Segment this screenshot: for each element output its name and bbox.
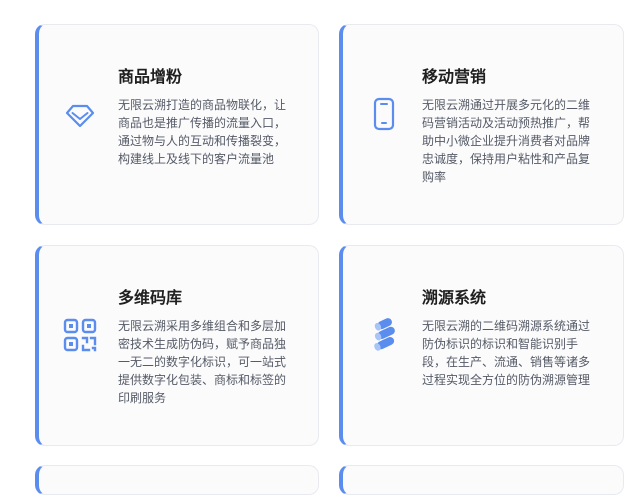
card-description: 无限云溯打造的商品物联化，让商品也是推广传播的流量入口，通过物与人的互动和传播裂… xyxy=(118,98,287,166)
feature-card-partial xyxy=(339,465,624,495)
card-title: 多维码库 xyxy=(118,288,183,307)
feature-card-mobile-marketing[interactable]: 移动营销 无限云溯通过开展多元化的二维码营销活动及活动预热推广，帮助中小微企业提… xyxy=(339,24,624,225)
diamond-icon xyxy=(63,97,97,131)
feature-card-product-fans[interactable]: 商品增粉 无限云溯打造的商品物联化，让商品也是推广传播的流量入口，通过物与人的互… xyxy=(35,24,319,225)
feature-card-partial xyxy=(35,465,319,495)
feature-card-code-library[interactable]: 多维码库 无限云溯采用多维组合和多层加密技术生成防伪码，赋予商品独一无二的数字化… xyxy=(35,245,319,446)
smartphone-icon xyxy=(367,97,401,131)
card-description: 无限云溯采用多维组合和多层加密技术生成防伪码，赋予商品独一无二的数字化标识，可一… xyxy=(118,319,287,405)
pipes-icon xyxy=(367,318,401,352)
qr-code-icon xyxy=(63,318,97,352)
card-title: 商品增粉 xyxy=(118,67,183,86)
card-title: 移动营销 xyxy=(422,67,487,86)
card-title: 溯源系统 xyxy=(422,288,487,307)
card-description: 无限云溯的二维码溯源系统通过防伪标识的标识和智能识别手段，在生产、流通、销售等诸… xyxy=(422,319,591,387)
card-description: 无限云溯通过开展多元化的二维码营销活动及活动预热推广，帮助中小微企业提升消费者对… xyxy=(422,98,591,184)
feature-card-traceability-system[interactable]: 溯源系统 无限云溯的二维码溯源系统通过防伪标识的标识和智能识别手段，在生产、流通… xyxy=(339,245,624,446)
